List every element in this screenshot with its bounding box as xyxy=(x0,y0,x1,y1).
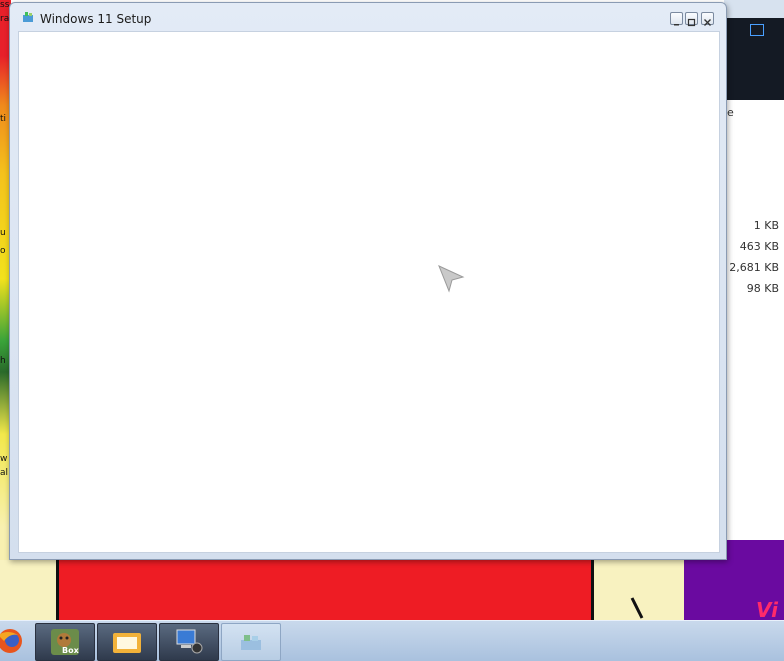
close-icon xyxy=(704,19,711,26)
file-size: 2,681 KB xyxy=(729,261,779,274)
wallpaper-stroke xyxy=(630,597,644,619)
setup-window[interactable]: Windows 11 Setup xyxy=(9,2,727,560)
desktop-label: al xyxy=(0,468,9,478)
taskbar-folder-button[interactable] xyxy=(97,623,157,661)
desktop-label: h xyxy=(0,356,6,366)
firefox-icon[interactable] xyxy=(0,625,30,657)
minimize-icon xyxy=(674,24,679,26)
folder-icon xyxy=(113,633,141,653)
file-size: 1 KB xyxy=(753,219,779,232)
desktop-label: o xyxy=(0,246,6,256)
background-window-text: e xyxy=(727,106,734,119)
mouse-cursor-icon xyxy=(438,265,465,293)
taskbar: Box xyxy=(0,620,784,661)
taskbar-box-button[interactable]: Box xyxy=(35,623,95,661)
network-computer-icon xyxy=(176,629,203,654)
background-window-titlebar[interactable] xyxy=(724,0,784,18)
desktop-label: ti xyxy=(0,114,7,124)
restore-icon xyxy=(687,18,696,27)
taskbar-network-button[interactable] xyxy=(159,623,219,661)
desktop-label: u xyxy=(0,228,6,238)
desktop-label: w xyxy=(0,454,8,464)
box-app-label: Box xyxy=(62,646,79,655)
setup-app-icon xyxy=(241,635,261,650)
window-icon[interactable] xyxy=(750,24,764,36)
window-title: Windows 11 Setup xyxy=(40,12,152,26)
wallpaper-red-area xyxy=(56,560,594,620)
desktop-label: ss xyxy=(0,0,10,10)
restore-button[interactable] xyxy=(685,12,698,27)
setup-content-area[interactable] xyxy=(18,31,720,553)
wallpaper-text: Vi xyxy=(756,598,778,622)
minimize-button[interactable] xyxy=(670,12,683,26)
file-size: 98 KB xyxy=(746,282,779,295)
close-button[interactable] xyxy=(701,12,714,26)
file-size: 463 KB xyxy=(739,240,779,253)
window-titlebar[interactable]: Windows 11 Setup xyxy=(10,3,726,31)
setup-app-icon xyxy=(23,12,33,22)
taskbar-setup-button[interactable] xyxy=(221,623,281,661)
